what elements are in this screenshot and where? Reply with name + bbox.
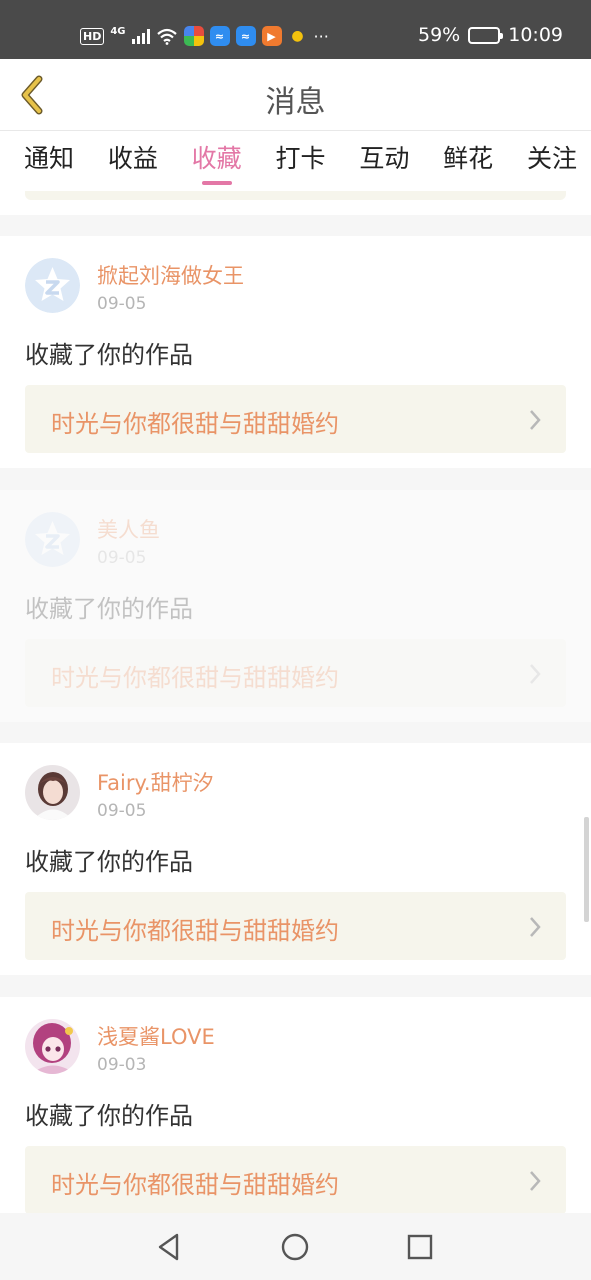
previous-card-link-partial (25, 191, 566, 200)
scroll-indicator[interactable] (584, 817, 589, 922)
avatar[interactable] (25, 258, 80, 313)
circle-home-icon (281, 1233, 309, 1261)
action-text: 收藏了你的作品 (25, 595, 193, 623)
battery-icon (468, 26, 504, 44)
chevron-right-icon (530, 664, 541, 684)
default-avatar-icon (25, 258, 80, 313)
username[interactable]: 美人鱼 (97, 514, 160, 544)
avatar[interactable] (25, 765, 80, 820)
work-link[interactable]: 时光与你都很甜与甜甜婚约 (25, 892, 566, 960)
work-title: 时光与你都很甜与甜甜婚约 (51, 410, 339, 438)
avatar[interactable] (25, 1019, 80, 1074)
chevron-right-icon (530, 1171, 541, 1191)
list-item: Fairy.甜柠汐 09-05 收藏了你的作品 时光与你都很甜与甜甜婚约 (0, 743, 591, 975)
square-recents-icon (407, 1234, 433, 1260)
wifi-icon (156, 28, 177, 45)
work-link[interactable]: 时光与你都很甜与甜甜婚约 (25, 1146, 566, 1213)
message-list[interactable]: 掀起刘海做女王 09-05 收藏了你的作品 时光与你都很甜与甜甜婚约 美人鱼 0… (0, 191, 591, 1213)
tab-flowers[interactable]: 鲜花 (443, 131, 493, 191)
work-title: 时光与你都很甜与甜甜婚约 (51, 917, 339, 945)
nav-home-button[interactable] (277, 1229, 313, 1265)
app-icon: ▶ (261, 26, 282, 46)
list-item: 浅夏酱LOVE 09-03 收藏了你的作品 时光与你都很甜与甜甜婚约 (0, 997, 591, 1213)
more-notifications: ··· (313, 26, 329, 46)
triangle-back-icon (158, 1233, 179, 1261)
app-icon (183, 26, 204, 46)
work-title: 时光与你都很甜与甜甜婚约 (51, 664, 339, 692)
list-item: 掀起刘海做女王 09-05 收藏了你的作品 时光与你都很甜与甜甜婚约 (0, 236, 591, 468)
chevron-right-icon (530, 917, 541, 937)
app-icon: ≈ (209, 26, 230, 46)
tab-follows[interactable]: 关注 (527, 131, 577, 191)
date: 09-03 (97, 1055, 147, 1075)
date: 09-05 (97, 801, 147, 821)
tab-bar: 通知 收益 收藏 打卡 互动 鲜花 关注 (0, 131, 591, 191)
avatar[interactable] (25, 512, 80, 567)
signal-icon (131, 28, 150, 44)
app-icon: ● (291, 28, 304, 44)
list-item: 美人鱼 09-05 收藏了你的作品 时光与你都很甜与甜甜婚约 (0, 490, 591, 722)
username[interactable]: 浅夏酱LOVE (97, 1021, 215, 1051)
page-title: 消息 (265, 85, 326, 120)
work-link[interactable]: 时光与你都很甜与甜甜婚约 (25, 385, 566, 453)
battery-percent: 59% (418, 24, 461, 46)
chevron-right-icon (530, 410, 541, 430)
tab-earnings[interactable]: 收益 (108, 131, 158, 191)
tab-favorites[interactable]: 收藏 (192, 131, 242, 191)
username[interactable]: 掀起刘海做女王 (97, 260, 244, 290)
nav-back-button[interactable] (151, 1229, 187, 1265)
default-avatar-icon (25, 512, 80, 567)
hd-icon: HD (80, 27, 105, 45)
status-bar: HD 4G ≈ ≈ ▶ ● ··· 59% 10:09 (0, 0, 591, 59)
header: 消息 (0, 59, 591, 131)
work-title: 时光与你都很甜与甜甜婚约 (51, 1171, 339, 1199)
clock: 10:09 (508, 24, 563, 46)
nav-recents-button[interactable] (402, 1229, 438, 1265)
tab-checkin[interactable]: 打卡 (275, 131, 325, 191)
user-photo-icon (25, 765, 80, 820)
username[interactable]: Fairy.甜柠汐 (97, 767, 214, 797)
network-type: 4G (110, 25, 126, 37)
date: 09-05 (97, 548, 147, 568)
work-link[interactable]: 时光与你都很甜与甜甜婚约 (25, 639, 566, 707)
tab-notifications[interactable]: 通知 (24, 131, 74, 191)
system-nav-bar (0, 1213, 591, 1280)
status-icons: HD 4G ≈ ≈ ▶ ● ··· (80, 24, 329, 48)
app-icon: ≈ (235, 26, 256, 46)
tab-interactions[interactable]: 互动 (359, 131, 409, 191)
status-right: 59% 10:09 (418, 24, 563, 46)
action-text: 收藏了你的作品 (25, 341, 193, 369)
action-text: 收藏了你的作品 (25, 848, 193, 876)
anime-avatar-icon (25, 1019, 80, 1074)
previous-card-partial (0, 191, 591, 215)
action-text: 收藏了你的作品 (25, 1102, 193, 1130)
date: 09-05 (97, 294, 147, 314)
